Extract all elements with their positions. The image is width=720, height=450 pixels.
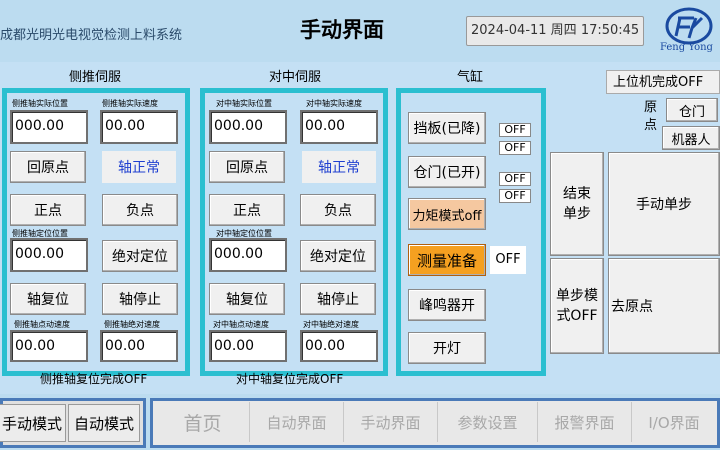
logo-text: Feng Yong (660, 42, 713, 53)
system-name: 成都光明光电视觉检测上料系统 (0, 28, 183, 43)
nav-io[interactable]: I/O界面 (632, 402, 716, 442)
origin-label-1: 原 (644, 100, 658, 115)
side-abs-speed-field[interactable]: 00.00 (100, 330, 178, 362)
center-reset-done-status: 对中轴复位完成OFF (236, 372, 344, 386)
origin-label-2: 点 (644, 118, 658, 133)
datetime-display: 2024-04-11 周四 17:50:45 (466, 16, 644, 46)
side-stop-button[interactable]: 轴停止 (102, 283, 178, 315)
host-done-status: 上位机完成OFF (606, 70, 720, 94)
side-actual-pos-label: 侧推轴实际位置 (12, 99, 68, 108)
side-actual-speed-field: 00.00 (100, 110, 178, 144)
side-abs-speed-label: 侧推轴绝对速度 (104, 320, 160, 329)
baffle-button[interactable]: 挡板(已降) (408, 112, 486, 144)
center-actual-pos-label: 对中轴实际位置 (216, 99, 272, 108)
center-jog-speed-field[interactable]: 00.00 (209, 330, 287, 362)
measure-ready-button[interactable]: 测量准备 (408, 244, 486, 276)
nav-parameters[interactable]: 参数设置 (438, 402, 538, 442)
side-reset-button[interactable]: 轴复位 (10, 283, 86, 315)
origin-robot-button[interactable]: 机器人 (662, 126, 720, 150)
center-reset-button[interactable]: 轴复位 (209, 283, 285, 315)
door-button[interactable]: 仓门(已开) (408, 156, 486, 188)
side-servo-title: 侧推伺服 (68, 70, 121, 85)
side-positive-jog-button[interactable]: 正点 (10, 194, 86, 226)
side-negative-jog-button[interactable]: 负点 (102, 194, 178, 226)
side-abs-position-button[interactable]: 绝对定位 (102, 240, 178, 272)
nav-home[interactable]: 首页 (156, 402, 250, 442)
side-home-button[interactable]: 回原点 (10, 151, 86, 183)
center-set-pos-field[interactable]: 000.00 (209, 238, 287, 272)
center-stop-button[interactable]: 轴停止 (300, 283, 376, 315)
baffle-off-indicator-2: OFF (499, 141, 531, 155)
center-actual-speed-label: 对中轴实际速度 (306, 99, 362, 108)
center-axis-status: 轴正常 (302, 151, 376, 183)
side-reset-done-status: 侧推轴复位完成OFF (40, 372, 148, 386)
manual-mode-button[interactable]: 手动模式 (0, 404, 66, 442)
buzzer-button[interactable]: 峰鸣器开 (408, 289, 486, 321)
center-abs-speed-label: 对中轴绝对速度 (303, 320, 359, 329)
side-axis-status: 轴正常 (102, 151, 176, 183)
baffle-off-indicator-1: OFF (499, 123, 531, 137)
side-actual-pos-field: 000.00 (10, 110, 88, 144)
door-off-indicator-1: OFF (499, 172, 531, 186)
side-set-pos-field[interactable]: 000.00 (10, 238, 88, 272)
center-abs-position-button[interactable]: 绝对定位 (300, 240, 376, 272)
center-jog-speed-label: 对中轴点动速度 (213, 320, 269, 329)
step-mode-button[interactable]: 单步模式OFF (550, 258, 604, 354)
nav-manual-page[interactable]: 手动界面 (344, 402, 438, 442)
origin-door-button[interactable]: 仓门 (666, 98, 718, 122)
center-servo-title: 对中伺服 (268, 70, 321, 85)
measure-ready-state: OFF (490, 246, 526, 274)
center-positive-jog-button[interactable]: 正点 (209, 194, 285, 226)
center-home-button[interactable]: 回原点 (209, 151, 285, 183)
side-jog-speed-field[interactable]: 00.00 (10, 330, 88, 362)
door-off-indicator-2: OFF (499, 189, 531, 203)
manual-step-button[interactable]: 手动单步 (608, 152, 720, 256)
end-step-button[interactable]: 结束单步 (550, 152, 604, 256)
center-negative-jog-button[interactable]: 负点 (300, 194, 376, 226)
light-button[interactable]: 开灯 (408, 332, 486, 364)
center-actual-speed-field: 00.00 (300, 110, 378, 144)
nav-alarms[interactable]: 报警界面 (538, 402, 632, 442)
center-abs-speed-field[interactable]: 00.00 (300, 330, 378, 362)
side-actual-speed-label: 侧推轴实际速度 (102, 99, 158, 108)
auto-mode-button[interactable]: 自动模式 (68, 404, 140, 442)
torque-mode-button[interactable]: 力矩模式off (408, 198, 486, 230)
nav-auto-page[interactable]: 自动界面 (250, 402, 344, 442)
cylinder-title: 气缸 (456, 70, 483, 85)
page-title: 手动界面 (300, 18, 384, 42)
center-actual-pos-field: 000.00 (209, 110, 287, 144)
side-jog-speed-label: 侧推轴点动速度 (14, 320, 70, 329)
go-origin-button[interactable]: 去原点 (608, 258, 720, 354)
